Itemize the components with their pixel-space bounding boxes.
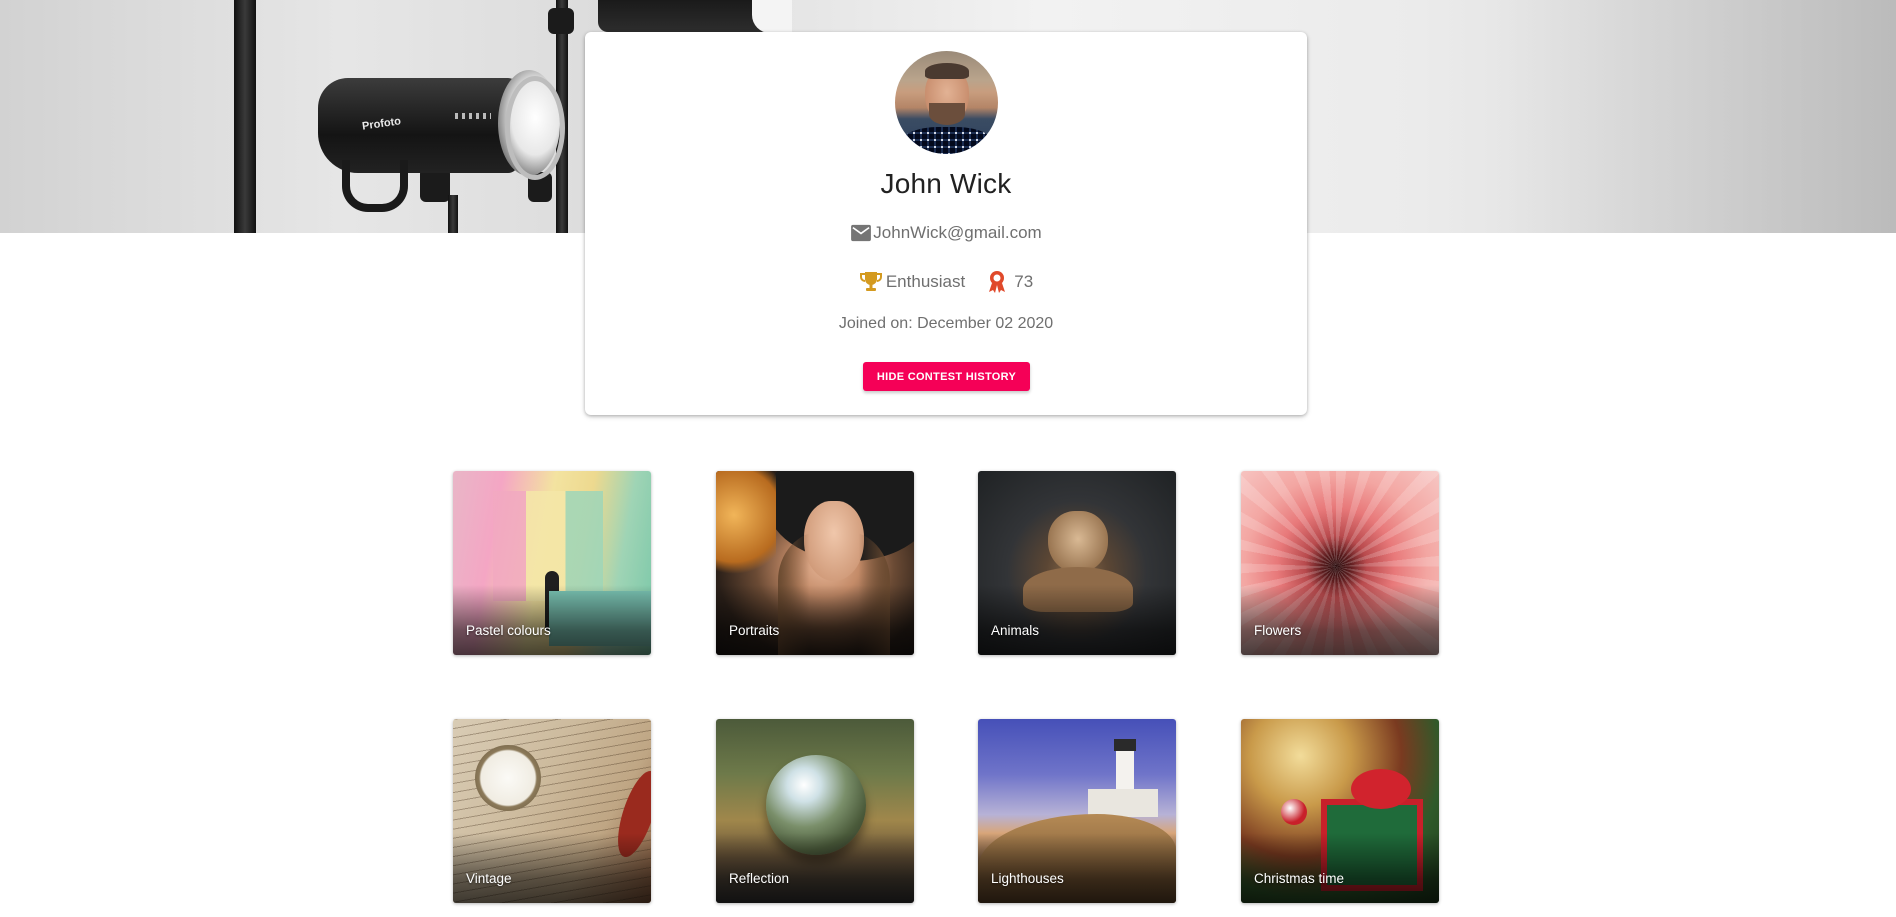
studio-flash-ring [505,76,565,180]
softbox-edge [752,0,792,33]
category-tile-portraits[interactable]: Portraits [716,471,914,655]
rank: Enthusiast [859,270,965,294]
tile-label: Animals [991,623,1040,638]
stand-clamp [420,168,450,202]
avatar [895,51,998,154]
category-tile-christmas-time[interactable]: Christmas time [1241,719,1439,903]
joined-date: Joined on: December 02 2020 [838,315,1054,332]
tile-shade [1241,585,1439,655]
category-tile-pastel-colours[interactable]: Pastel colours [453,471,651,655]
avatar-beard [929,103,965,125]
category-tile-animals[interactable]: Animals [978,471,1176,655]
email-row: JohnWick@gmail.com [585,223,1307,243]
hide-contest-history-button[interactable]: HIDE CONTEST HISTORY [863,362,1030,391]
tile-shade [716,833,914,903]
rank-label: Enthusiast [885,272,966,291]
category-tile-flowers[interactable]: Flowers [1241,471,1439,655]
category-tile-lighthouses[interactable]: Lighthouses [978,719,1176,903]
tile-shade [453,833,651,903]
tile-label: Lighthouses [991,871,1064,886]
tile-label: Pastel colours [466,623,551,638]
tile-label: Reflection [729,871,790,886]
profile-email: JohnWick@gmail.com [873,223,1042,242]
avatar-shirt [901,127,993,154]
tile-ribbon [1351,769,1411,809]
hero-shade [1500,0,1896,233]
tile-cougar-head [1048,511,1108,573]
tile-house [1088,789,1158,817]
avatar-hair [925,63,969,79]
profile-card: John Wick JohnWick@gmail.com Enthusiast [585,32,1307,415]
tile-label: Portraits [729,623,780,638]
points: 73 [987,270,1033,294]
trophy-icon [859,270,883,294]
tile-shade [716,585,914,655]
tile-label: Flowers [1254,623,1302,638]
tile-shade [978,585,1176,655]
tile-pocket-watch [475,745,541,811]
points-value: 73 [1014,272,1034,291]
light-stand-pole [448,195,458,233]
tile-foliage [716,471,776,581]
tile-shade [1241,833,1439,903]
tile-shade [453,585,651,655]
studio-flash-vents [455,113,491,119]
stand-clamp [548,8,574,34]
stats-row: Enthusiast 73 [585,270,1307,294]
light-stand-pole [234,0,256,233]
tile-ornament [1281,799,1307,825]
category-tile-vintage[interactable]: Vintage [453,719,651,903]
studio-flash-handle [342,160,408,212]
tile-label: Christmas time [1254,871,1345,886]
tile-lighthouse-lamp [1114,739,1136,751]
medal-icon [987,270,1007,294]
mail-icon [850,224,872,242]
profile-name: John Wick [880,168,1012,199]
category-tile-reflection[interactable]: Reflection [716,719,914,903]
tile-shade [978,833,1176,903]
tile-label: Vintage [466,871,512,886]
studio-flash-body [318,78,518,173]
